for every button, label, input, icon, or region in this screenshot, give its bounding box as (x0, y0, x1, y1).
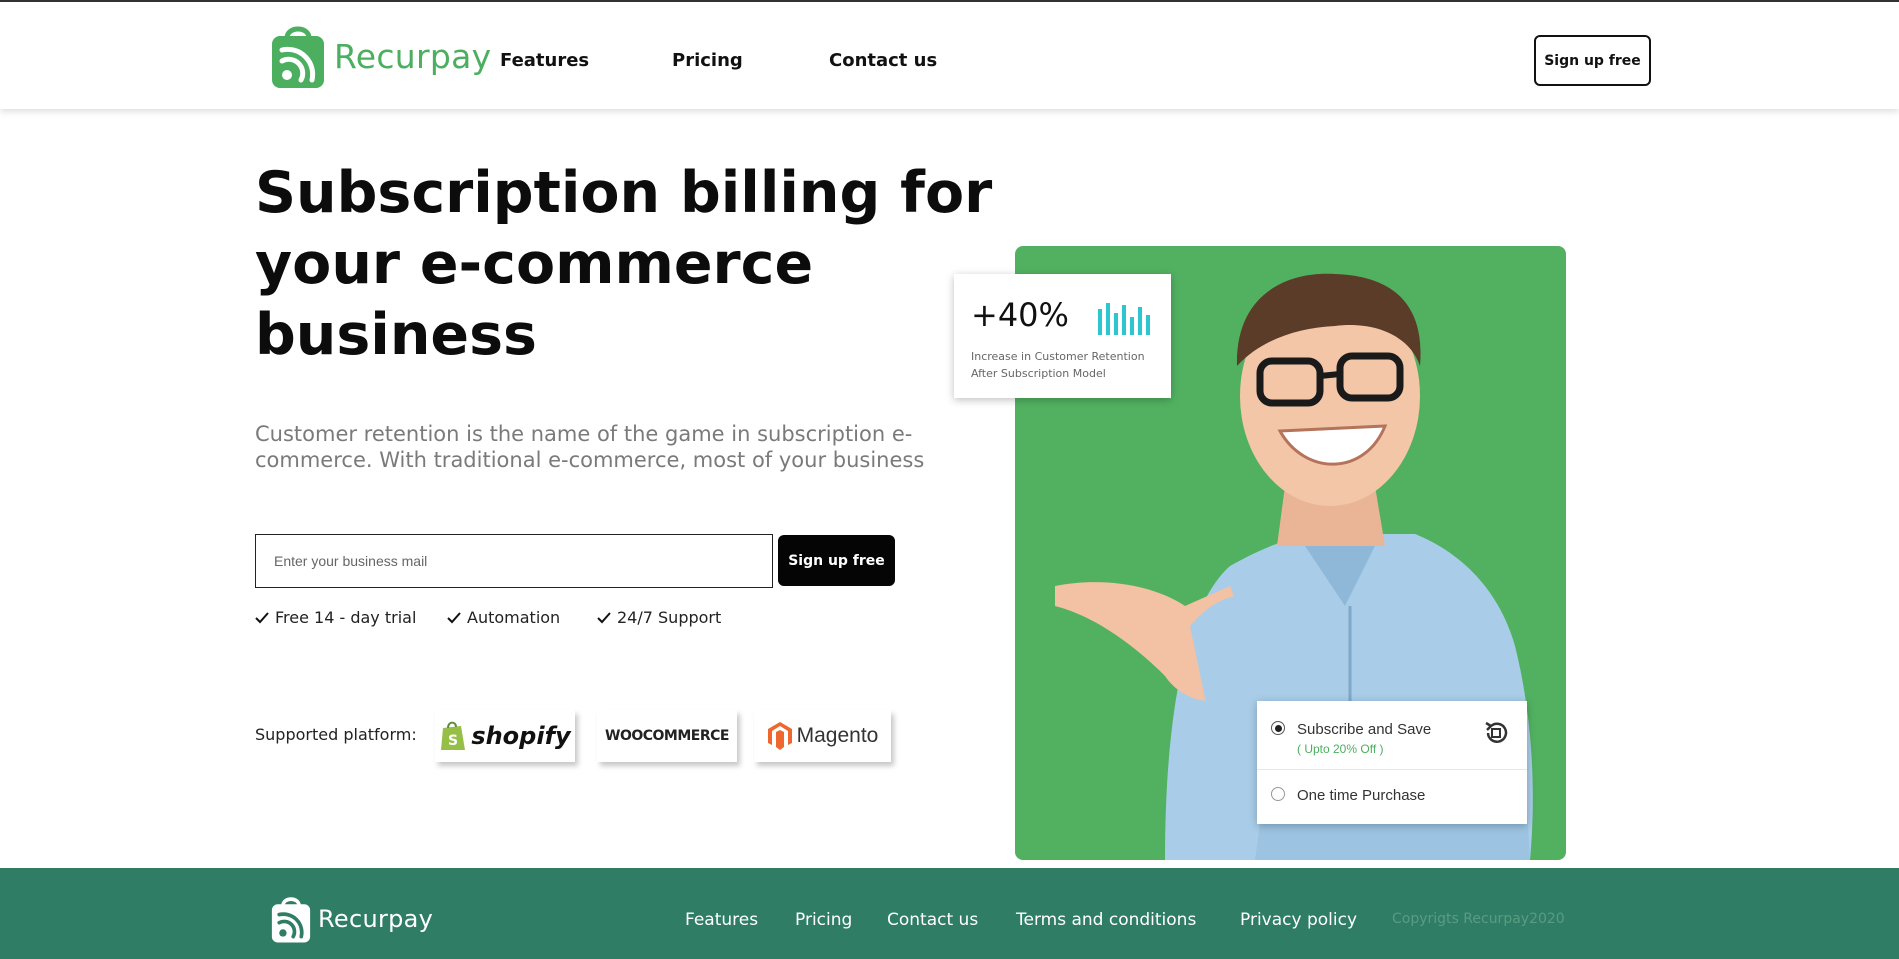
magento-wordmark: Magento (796, 724, 879, 747)
footer-link-features[interactable]: Features (685, 910, 758, 930)
copyright-text: Copyrigts Recurpay2020 (1392, 911, 1565, 927)
subscription-refresh-icon (1485, 721, 1508, 743)
platform-label: Supported platform: (255, 725, 417, 744)
magento-icon (767, 722, 792, 750)
nav-features[interactable]: Features (500, 50, 589, 71)
hero-signup-button[interactable]: Sign up free (778, 535, 895, 586)
perk-label: 24/7 Support (617, 608, 722, 627)
stat-caption-line: After Subscription Model (971, 367, 1106, 380)
option-label: One time Purchase (1297, 787, 1426, 804)
perk-support: 24/7 Support (597, 608, 721, 627)
hero-lead: Customer retention is the name of the ga… (255, 422, 925, 472)
radio-selected[interactable] (1271, 721, 1285, 735)
platform-woocommerce-card: WOOCOMMERCE (597, 710, 737, 762)
platform-shopify-card: S shopify (435, 710, 575, 762)
brand-logo[interactable]: Recurpay (270, 22, 491, 90)
shopping-bag-feed-icon (272, 26, 324, 88)
site-footer: Recurpay Features Pricing Contact us Ter… (0, 868, 1899, 959)
option-divider (1257, 769, 1527, 770)
header-signup-button[interactable]: Sign up free (1534, 35, 1651, 86)
stat-caption-line: Increase in Customer Retention (971, 350, 1145, 363)
check-icon (447, 611, 461, 623)
retention-stat-card: +40% Increase in Customer Retention Afte… (954, 274, 1171, 398)
business-email-input[interactable] (255, 534, 773, 588)
bar-chart-icon (1098, 303, 1150, 335)
footer-link-pricing[interactable]: Pricing (795, 910, 852, 930)
site-header: Recurpay Features Pricing Contact us Sig… (0, 2, 1899, 109)
shopping-bag-feed-icon (271, 897, 311, 943)
svg-text:S: S (448, 733, 458, 749)
radio-unselected[interactable] (1271, 787, 1285, 801)
woocommerce-wordmark: WOOCOMMERCE (605, 728, 729, 744)
shopify-bag-icon: S (441, 721, 466, 750)
check-icon (597, 611, 611, 623)
stat-value: +40% (971, 296, 1069, 334)
nav-contact[interactable]: Contact us (829, 50, 937, 71)
perk-label: Free 14 - day trial (275, 608, 417, 627)
brand-name: Recurpay (334, 36, 492, 76)
shopify-wordmark: shopify (471, 722, 571, 750)
perk-label: Automation (467, 608, 561, 627)
stat-caption: Increase in Customer Retention After Sub… (971, 348, 1161, 382)
check-icon (255, 611, 269, 623)
footer-link-privacy[interactable]: Privacy policy (1240, 910, 1357, 930)
platform-magento-card: Magento (754, 710, 891, 762)
footer-link-terms[interactable]: Terms and conditions (1016, 910, 1196, 930)
purchase-options-card: Subscribe and Save ( Upto 20% Off ) One … (1257, 701, 1527, 824)
footer-link-contact[interactable]: Contact us (887, 910, 978, 930)
perk-trial: Free 14 - day trial (255, 608, 416, 627)
option-label: Subscribe and Save (1297, 721, 1432, 738)
option-sublabel: ( Upto 20% Off ) (1297, 742, 1384, 756)
nav-pricing[interactable]: Pricing (672, 50, 743, 71)
hero-headline: Subscription billing for your e-commerce… (255, 160, 993, 368)
footer-brand-logo[interactable]: Recurpay (270, 894, 433, 944)
option-one-time[interactable]: One time Purchase (1257, 787, 1527, 804)
footer-brand-name: Recurpay (318, 905, 434, 933)
perk-automation: Automation (447, 608, 560, 627)
